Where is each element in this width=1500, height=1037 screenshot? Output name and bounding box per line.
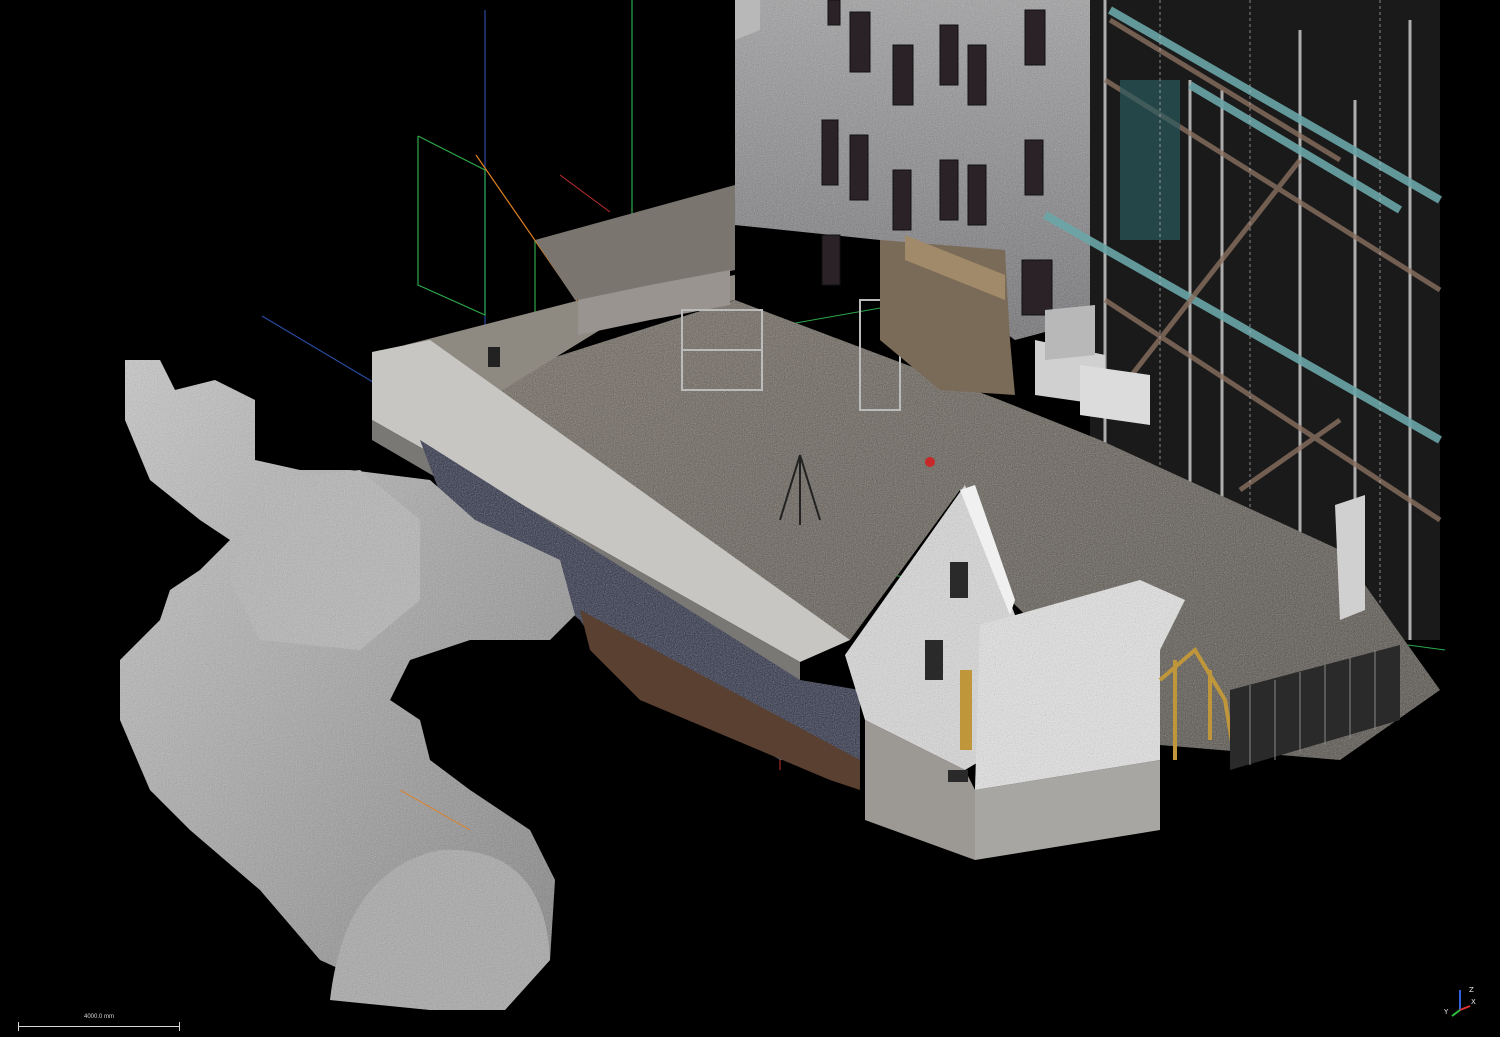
axis-x-label: X [1471, 998, 1476, 1006]
axis-triad: Z X Y [1440, 984, 1480, 1020]
point-cloud-scene[interactable] [0, 0, 1500, 1037]
axis-z-label: Z [1469, 986, 1474, 994]
scale-bar: 4000.0 mm [18, 1014, 180, 1032]
point-cloud-viewport[interactable]: 4000.0 mm Z X Y [0, 0, 1500, 1037]
scale-bar-tick-left [18, 1022, 19, 1031]
axis-y-icon [1451, 1009, 1461, 1017]
axis-y-label: Y [1443, 1008, 1449, 1016]
scale-bar-line [18, 1026, 180, 1027]
scale-bar-tick-right [179, 1022, 180, 1031]
axis-x-icon [1459, 1005, 1471, 1011]
scale-bar-label: 4000.0 mm [83, 1014, 114, 1020]
